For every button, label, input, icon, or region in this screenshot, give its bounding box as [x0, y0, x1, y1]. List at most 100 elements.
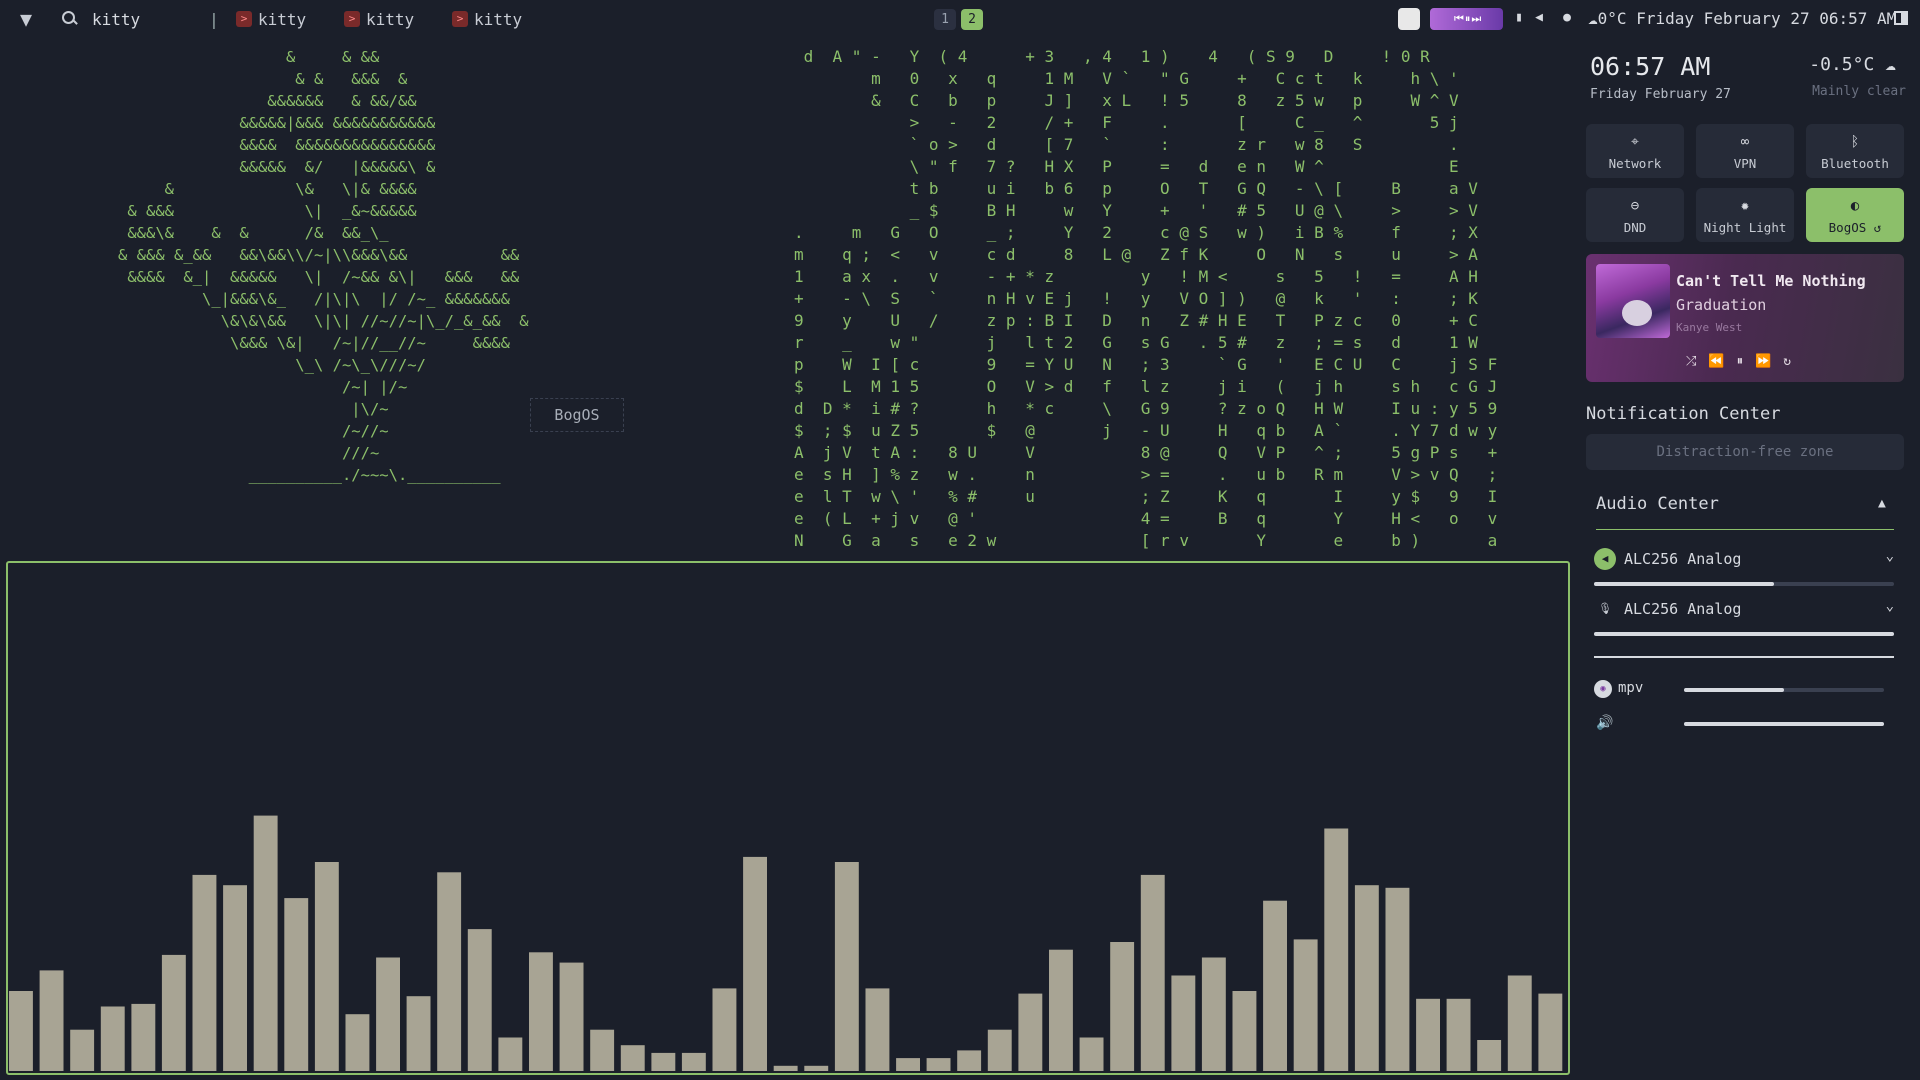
visualizer-bar: [314, 862, 339, 1071]
visualizer-bar: [559, 962, 584, 1071]
chevron-down-icon[interactable]: ⌄: [1886, 598, 1894, 614]
theme-icon: ◐: [1850, 198, 1860, 214]
toggle-dnd[interactable]: ⊖ DND: [1586, 188, 1684, 242]
shuffle-icon[interactable]: ⤮: [1686, 354, 1696, 369]
sidebar-time: 06:57 AM: [1590, 52, 1711, 81]
visualizer-bar: [1263, 900, 1287, 1071]
visualizer-bar: [253, 815, 278, 1071]
taskbar-item-label: kitty: [366, 9, 415, 29]
toggle-night-light[interactable]: ✹ Night Light: [1696, 188, 1794, 242]
audio-center-title: Audio Center: [1596, 494, 1719, 514]
search-icon[interactable]: [60, 10, 78, 28]
visualizer-bar: [100, 1006, 125, 1071]
volume-icon[interactable]: ◀: [1532, 10, 1546, 26]
visualizer-bar: [498, 1037, 523, 1071]
divider: [1596, 529, 1894, 530]
record-indicator-icon: ●: [1563, 10, 1571, 25]
visualizer-bar: [834, 862, 859, 1071]
visualizer-bar: [161, 954, 186, 1071]
audio-device-input[interactable]: 🎙 ALC256 Analog ⌄: [1594, 594, 1894, 622]
visualizer-bar: [345, 1014, 370, 1071]
visualizer-bar: [70, 1029, 95, 1071]
speaker-icon[interactable]: ◀: [1594, 548, 1616, 570]
visualizer-bar: [467, 929, 492, 1071]
visualizer-bar: [284, 898, 309, 1071]
visualizer-bar: [39, 970, 64, 1071]
taskbar-item[interactable]: > kitty: [236, 10, 334, 29]
microphone-muted-icon[interactable]: 🎙: [1594, 598, 1616, 620]
repeat-icon[interactable]: ↻: [1783, 354, 1791, 369]
audio-device-name: ALC256 Analog: [1624, 600, 1742, 618]
input-volume-slider[interactable]: [1594, 632, 1894, 636]
matrix-rain-text: d A " - Y ( 4 + 3 , 4 1 ) 4 ( S 9 D ! 0 …: [794, 47, 1498, 550]
battery-icon: ▮: [1515, 10, 1523, 25]
visualizer-bar: [1538, 993, 1563, 1071]
visualizer-bar: [1079, 1037, 1104, 1071]
visualizer-bar: [1507, 975, 1532, 1071]
workspace-button-1[interactable]: 1: [934, 9, 956, 30]
media-player-card: Can't Tell Me Nothing Graduation Kanye W…: [1586, 254, 1904, 382]
visualizer-bar: [1140, 874, 1165, 1071]
chevron-down-icon[interactable]: ⌄: [1886, 548, 1894, 564]
taskbar-item[interactable]: > kitty: [452, 10, 550, 29]
visualizer-bar: [712, 988, 737, 1071]
toggle-vpn[interactable]: ∞ VPN: [1696, 124, 1794, 178]
temperature-value: -0.5°C: [1809, 54, 1875, 75]
slider-fill: [1684, 722, 1884, 726]
visualizer-bar: [957, 1050, 982, 1071]
toggle-network[interactable]: ⌖ Network: [1586, 124, 1684, 178]
toggle-theme[interactable]: ◐ BogOS ↺: [1806, 188, 1904, 242]
terminal-bonsai[interactable]: & & && & & &&& & &&&&&& & &&/&& &&&&&|&&…: [8, 44, 782, 556]
pause-icon[interactable]: ⏸: [1737, 354, 1744, 369]
media-artist: Kanye West: [1676, 321, 1743, 334]
media-title: Can't Tell Me Nothing: [1676, 272, 1866, 290]
collapse-icon[interactable]: ▲: [1878, 496, 1886, 511]
visualizer-bar: [896, 1058, 920, 1071]
visualizer-bar: [773, 1065, 798, 1071]
taskbar-item[interactable]: > kitty: [344, 10, 442, 29]
visualizer-bar: [1354, 885, 1379, 1071]
slider-fill: [1594, 582, 1774, 586]
toggle-bluetooth[interactable]: ᛒ Bluetooth: [1806, 124, 1904, 178]
app-stream-name: mpv: [1618, 680, 1644, 696]
output-volume-slider[interactable]: [1594, 582, 1894, 586]
network-icon: ⌖: [1631, 134, 1639, 150]
volume-icon: 🔊: [1596, 715, 1614, 731]
visualizer-bar: [1201, 957, 1226, 1071]
sidebar-toggle-icon[interactable]: [1894, 11, 1908, 25]
notification-center-title: Notification Center: [1586, 404, 1781, 424]
datetime: Friday February 27 06:57 AM: [1636, 9, 1897, 28]
media-album: Graduation: [1676, 296, 1767, 314]
clock[interactable]: ☁0°C Friday February 27 06:57 AM: [1588, 9, 1896, 28]
previous-icon[interactable]: ⏪: [1708, 354, 1724, 369]
audio-device-name: ALC256 Analog: [1624, 550, 1742, 568]
active-window-title: kitty: [92, 9, 141, 29]
weather-temp: 0°C: [1597, 9, 1627, 28]
toggle-label: Network: [1608, 156, 1662, 171]
visualizer-bar: [926, 1058, 951, 1071]
sidebar-date: Friday February 27: [1590, 87, 1731, 102]
visualizer-bar: [1049, 949, 1073, 1071]
visualizer-bars: [9, 815, 1563, 1071]
terminal-matrix-rain[interactable]: d A " - Y ( 4 + 3 , 4 1 ) 4 ( S 9 D ! 0 …: [784, 44, 1568, 556]
launcher-logo-icon[interactable]: ▼: [14, 7, 38, 31]
audio-device-output[interactable]: ◀ ALC256 Analog ⌄: [1594, 544, 1894, 572]
visualizer-bar: [529, 952, 553, 1071]
next-icon[interactable]: ⏩: [1755, 354, 1771, 369]
mpv-volume-slider[interactable]: [1684, 688, 1884, 692]
night-light-icon: ✹: [1740, 198, 1750, 214]
visualizer-bar: [192, 874, 217, 1071]
visualizer-bar: [223, 885, 247, 1071]
wifi-icon[interactable]: [1398, 8, 1420, 30]
terminal-icon: >: [236, 11, 252, 27]
visualizer-bar: [620, 1045, 645, 1071]
system-volume-slider[interactable]: [1684, 722, 1884, 726]
visualizer-bar: [1293, 939, 1318, 1071]
workspace-button-2[interactable]: 2: [961, 9, 983, 30]
toggle-label: VPN: [1733, 156, 1757, 171]
visualizer-bar: [804, 1065, 829, 1071]
mini-media-controls[interactable]: ⏮⏸⏭: [1430, 8, 1503, 30]
mpv-icon: ◉: [1594, 680, 1612, 698]
toggle-label: Night Light: [1703, 220, 1787, 235]
visualizer-bar: [1018, 993, 1043, 1071]
